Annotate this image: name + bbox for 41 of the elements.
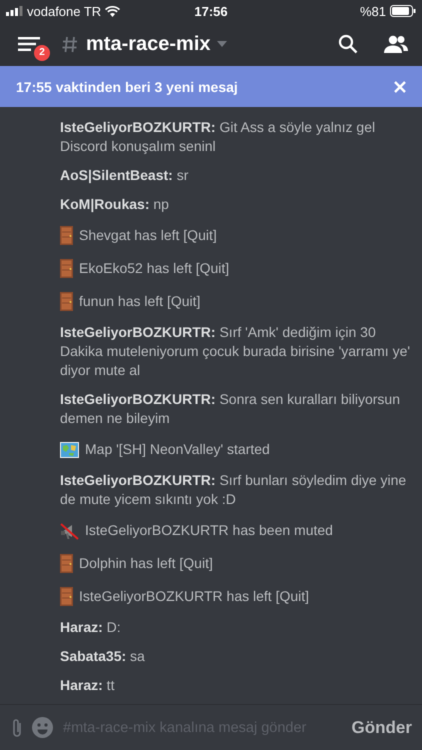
door-icon bbox=[60, 226, 73, 245]
chat-message: IsteGeliyorBOZKURTR: Sırf bunları söyledim diye yine de mute yicem sıkıntı yok :D bbox=[60, 471, 408, 509]
battery-percent: %81 bbox=[360, 4, 386, 18]
chat-message: IsteGeliyorBOZKURTR: Git Ass a söyle yalnız gel Discord konuşalım seninl bbox=[60, 118, 376, 156]
event-message: IsteGeliyorBOZKURTR has been muted bbox=[85, 521, 333, 540]
wifi-icon bbox=[105, 6, 120, 16]
menu-icon[interactable] bbox=[18, 37, 40, 51]
attachment-icon[interactable] bbox=[12, 718, 22, 738]
chat-message: IsteGeliyorBOZKURTR: Sırf 'Amk' dediğim için 30 Dakika muteleniyorum çocuk burada birisine 'yarramı ye' diyor mute al bbox=[60, 323, 412, 380]
signal-icon bbox=[6, 6, 23, 16]
map-icon bbox=[60, 442, 79, 458]
carrier-name: vodafone TR bbox=[27, 4, 102, 18]
event-message: EkoEko52 has left [Quit] bbox=[79, 259, 230, 278]
caret-icon[interactable] bbox=[216, 41, 227, 47]
event-message: Shevgat has left [Quit] bbox=[79, 226, 217, 245]
chat-message: Sabata35: sa bbox=[60, 647, 146, 666]
close-icon[interactable] bbox=[394, 80, 406, 92]
search-icon[interactable] bbox=[338, 34, 358, 54]
door-icon bbox=[60, 587, 73, 606]
event-message: Dolphin has left [Quit] bbox=[79, 554, 213, 573]
clock-time: 17:56 bbox=[194, 4, 228, 18]
chat-message: Haraz: D: bbox=[60, 618, 122, 637]
battery-icon bbox=[390, 5, 416, 17]
chat-message: KoM|Roukas: np bbox=[60, 195, 170, 214]
members-icon[interactable] bbox=[384, 35, 408, 53]
chat-message: Haraz: tt bbox=[60, 676, 116, 695]
unread-badge: 2 bbox=[34, 45, 50, 61]
muted-megaphone-icon bbox=[60, 522, 79, 540]
door-icon bbox=[60, 259, 73, 278]
new-messages-text: 17:55 vaktinden beri 3 yeni mesaj bbox=[16, 78, 239, 94]
event-message: Map '[SH] NeonValley' started bbox=[85, 440, 270, 459]
hash-icon bbox=[62, 36, 78, 52]
emoji-icon[interactable] bbox=[32, 717, 53, 738]
send-button[interactable]: Gönder bbox=[348, 714, 416, 742]
door-icon bbox=[60, 292, 73, 311]
event-message: funun has left [Quit] bbox=[79, 292, 200, 311]
chat-message: AoS|SilentBeast: sr bbox=[60, 166, 190, 185]
event-message: IsteGeliyorBOZKURTR has left [Quit] bbox=[79, 587, 310, 606]
channel-title[interactable]: mta-race-mix bbox=[86, 32, 211, 56]
door-icon bbox=[60, 554, 73, 573]
chat-message: IsteGeliyorBOZKURTR: Sonra sen kuralları biliyorsun demen ne bileyim bbox=[60, 390, 401, 428]
